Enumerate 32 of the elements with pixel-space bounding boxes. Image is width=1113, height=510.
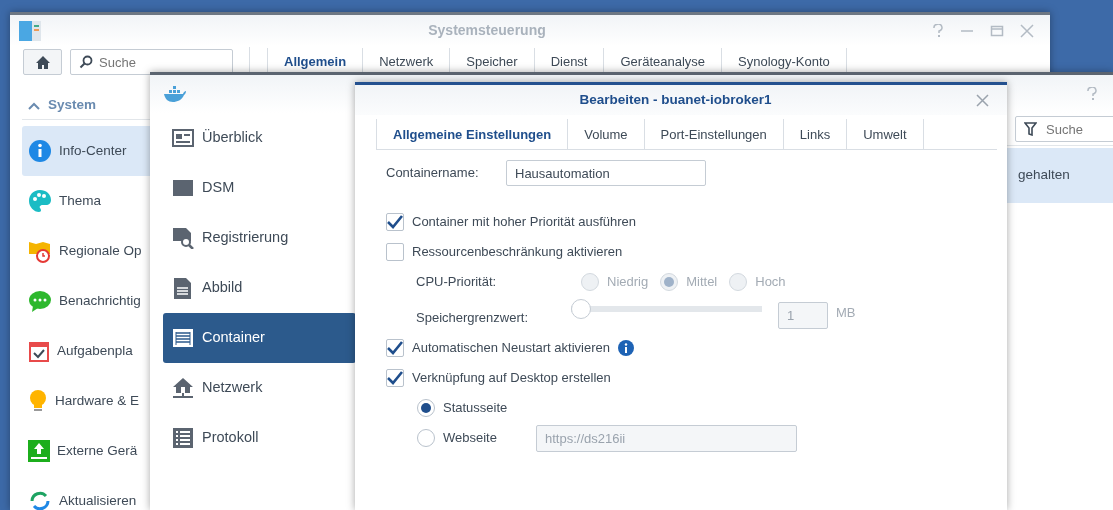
sidebar-item-label: Protokoll	[202, 428, 259, 448]
sidebar-item-label: Registrierung	[202, 228, 289, 248]
checkbox-label: Automatischen Neustart aktivieren	[412, 339, 610, 358]
checkbox-label: Verknüpfung auf Desktop erstellen	[412, 369, 611, 388]
radio-label: Mittel	[686, 273, 718, 292]
sidebar-item-label: Überblick	[202, 128, 263, 148]
dialog-title: Bearbeiten - buanet-iobroker1	[578, 90, 773, 109]
sidebar-item-label: Aktualisieren	[59, 491, 137, 510]
sidebar-item-label: Aufgabenpla	[57, 341, 133, 360]
sidebar-item-label: Info-Center	[59, 141, 127, 160]
table-cell-text: gehalten	[1018, 166, 1070, 185]
sidebar-item-label: Externe Gerä	[57, 441, 138, 460]
sidebar-item-label: Regionale Op	[59, 241, 142, 260]
sidebar-item-label: DSM	[202, 178, 235, 198]
window-title: Systemsteuerung	[427, 21, 547, 40]
sidebar-item-label: Hardware & E	[55, 391, 140, 410]
radio-label: Webseite	[443, 429, 498, 448]
sidebar-item-label: Abbild	[202, 278, 243, 298]
unit-label: MB	[836, 304, 856, 323]
checkbox-label: Container mit hoher Priorität ausführen	[412, 213, 636, 232]
radio-label: Hoch	[755, 273, 786, 292]
radio-label: Statusseite	[443, 399, 509, 418]
radio-label: Niedrig	[607, 273, 649, 292]
checkbox-label: Ressourcenbeschränkung aktivieren	[412, 243, 623, 262]
field-label: Speichergrenzwert:	[416, 309, 529, 328]
field-label: CPU-Priorität:	[416, 273, 498, 292]
sidebar-item-label: Thema	[59, 191, 102, 210]
field-label: Containername:	[386, 164, 480, 183]
sidebar-item-label: Container	[202, 328, 265, 348]
sidebar-item-label: Netzwerk	[202, 378, 263, 398]
sidebar-item-label: Benachrichtig	[59, 291, 141, 310]
section-header: System	[48, 96, 97, 115]
